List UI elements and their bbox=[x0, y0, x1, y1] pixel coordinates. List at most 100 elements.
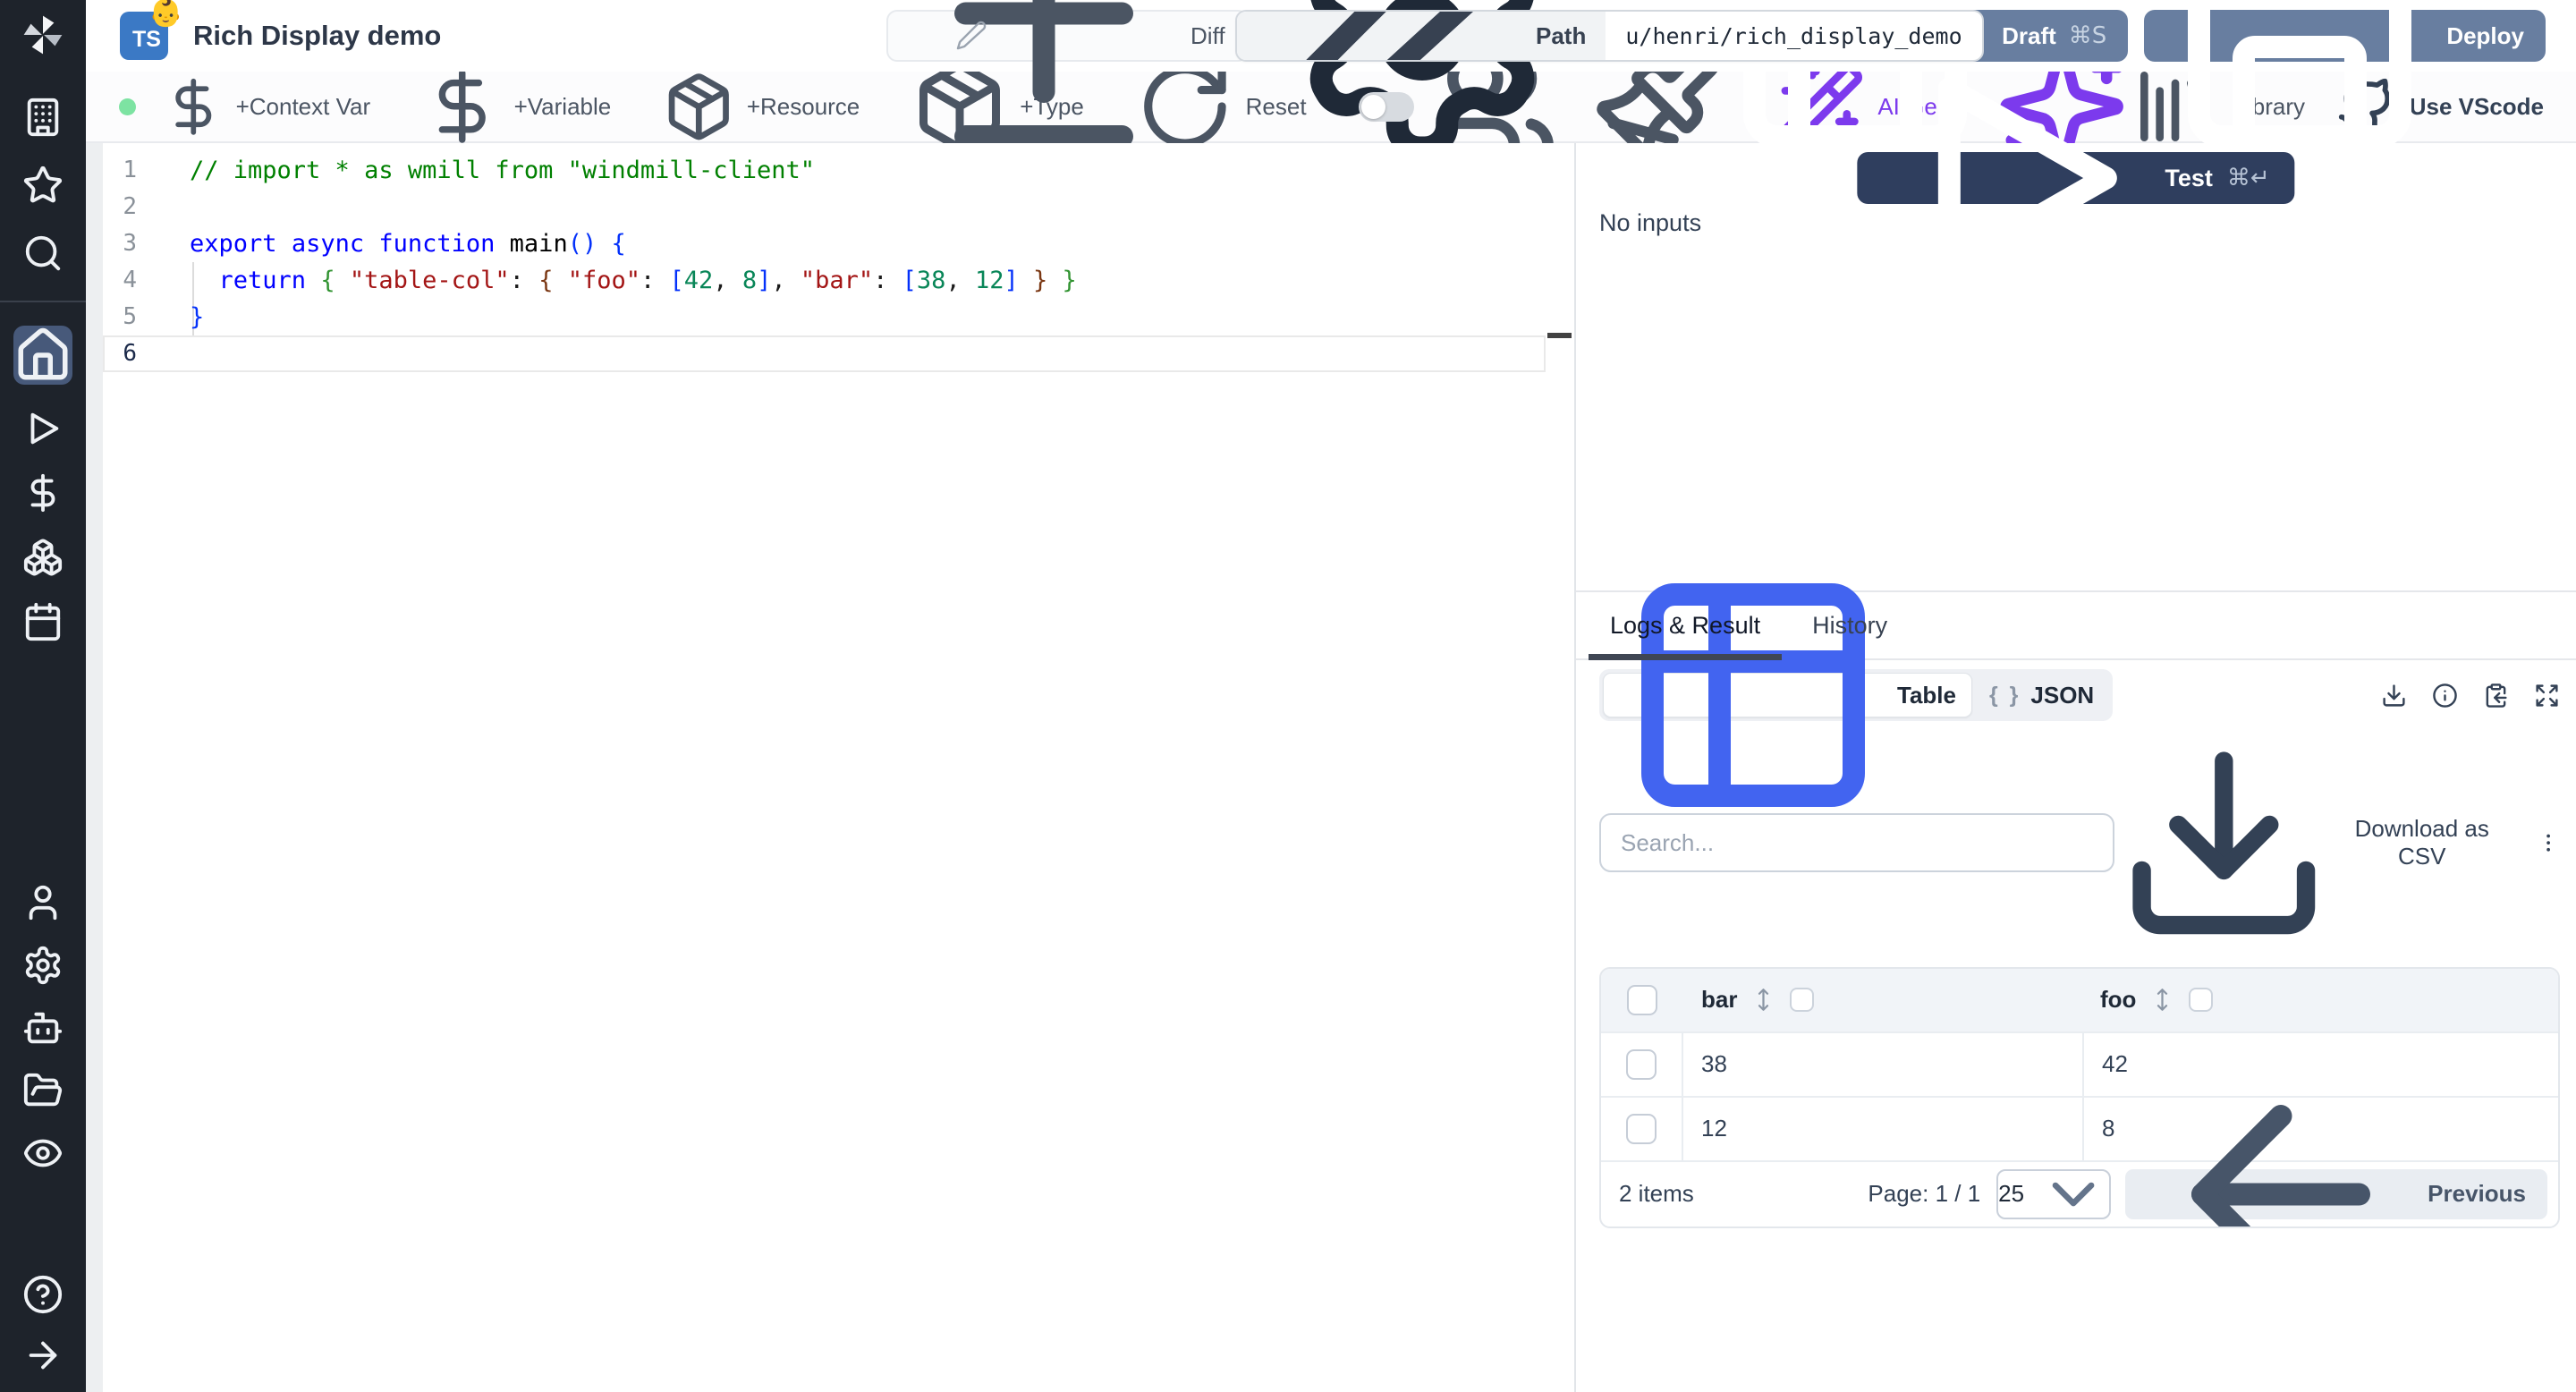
sidebar-item-user[interactable] bbox=[22, 882, 64, 923]
expand-icon bbox=[2534, 683, 2560, 709]
sidebar bbox=[0, 0, 86, 1392]
table-cell: 38 bbox=[1701, 1050, 1727, 1078]
code-line: return { "table-col": { "foo": [42, 8], … bbox=[218, 267, 1077, 294]
sidebar-item-eye[interactable] bbox=[22, 1133, 64, 1174]
path-button[interactable]: Path u/henri/rich_display_demo bbox=[1235, 10, 1984, 62]
page-size-select[interactable]: 25 bbox=[1996, 1168, 2112, 1219]
sort-icon[interactable] bbox=[2150, 988, 2174, 1012]
windmill-app: TS 👶 Rich Display demo Path u/henri/rich… bbox=[0, 0, 2576, 1392]
chevron-down-icon bbox=[2038, 1159, 2109, 1226]
select-all-checkbox[interactable] bbox=[1627, 984, 1657, 1015]
overview-ruler-cursor bbox=[1547, 333, 1572, 338]
main-column: TS 👶 Rich Display demo Path u/henri/rich… bbox=[86, 0, 2576, 1392]
status-dot bbox=[119, 98, 136, 115]
pencil-icon bbox=[955, 20, 987, 52]
eye-icon bbox=[22, 1133, 64, 1174]
download-icon bbox=[2114, 734, 2334, 953]
test-button[interactable]: Test ⌘↵ bbox=[1857, 77, 2295, 279]
sidebar-item-star[interactable] bbox=[22, 165, 64, 206]
column-option-box[interactable] bbox=[1790, 988, 1815, 1013]
sidebar-divider bbox=[0, 301, 86, 302]
code-line: export async function main() { bbox=[190, 230, 626, 258]
run-panel: Test ⌘↵ No inputs Logs & Result History bbox=[1576, 77, 2576, 1392]
view-toggle: Table { } JSON bbox=[1599, 583, 2114, 807]
multiplayer-toggle[interactable] bbox=[1358, 91, 1414, 122]
column-option-box[interactable] bbox=[2189, 988, 2214, 1013]
download-result-button[interactable] bbox=[2380, 682, 2407, 709]
sidebar-top-group bbox=[22, 97, 64, 274]
code-editor[interactable]: 123456 // import * as wmill from "windmi… bbox=[86, 143, 1576, 1392]
items-count: 2 items bbox=[1619, 1180, 1694, 1208]
code-line: // import * as wmill from "windmill-clie… bbox=[190, 157, 815, 184]
help-circle-icon bbox=[22, 1274, 64, 1315]
content: 123456 // import * as wmill from "windmi… bbox=[86, 77, 2576, 1392]
arrow-left-icon bbox=[2147, 1060, 2415, 1226]
arrow-right-icon bbox=[22, 1335, 64, 1376]
table-footer: 2 items Page: 1 / 1 25 Previous bbox=[1601, 1104, 2558, 1226]
folder-open-icon bbox=[22, 1070, 64, 1111]
clipboard-copy-icon bbox=[2483, 683, 2509, 709]
package-icon bbox=[663, 71, 735, 143]
boxes-icon bbox=[22, 537, 64, 578]
tab-logs-result[interactable]: Logs & Result bbox=[1589, 592, 1783, 660]
typescript-badge: TS 👶 bbox=[120, 0, 183, 60]
download-csv-button[interactable]: Download as CSV bbox=[2114, 734, 2499, 953]
sidebar-item-calendar[interactable] bbox=[22, 601, 64, 642]
play-icon bbox=[22, 408, 64, 449]
sidebar-admin-group bbox=[22, 882, 64, 1174]
info-result-button[interactable] bbox=[2431, 682, 2458, 709]
topbar: TS 👶 Rich Display demo Path u/henri/rich… bbox=[86, 0, 2576, 159]
path-label: Path bbox=[1536, 21, 1587, 49]
dollar-sign-icon bbox=[22, 472, 64, 514]
star-icon bbox=[22, 165, 64, 206]
result-tabs: Logs & Result History bbox=[1576, 592, 2576, 660]
search-input[interactable] bbox=[1599, 813, 2115, 873]
bot-icon bbox=[22, 1007, 64, 1048]
column-header-foo: foo bbox=[2100, 986, 2137, 1014]
row-checkbox[interactable] bbox=[1626, 1048, 1657, 1080]
sidebar-item-dollar-sign[interactable] bbox=[22, 472, 64, 514]
deploy-button[interactable]: Deploy bbox=[2144, 0, 2546, 148]
sidebar-item-bot[interactable] bbox=[22, 1007, 64, 1048]
clipboard-copy-result-button[interactable] bbox=[2482, 682, 2509, 709]
sidebar-item-folder-open[interactable] bbox=[22, 1070, 64, 1111]
more-options-button[interactable] bbox=[2537, 828, 2560, 857]
ellipsis-vertical-icon bbox=[2537, 831, 2560, 854]
tab-history[interactable]: History bbox=[1791, 592, 1909, 658]
previous-page-button[interactable]: Previous bbox=[2125, 1104, 2547, 1226]
search-icon bbox=[22, 233, 64, 274]
sidebar-item-building[interactable] bbox=[22, 97, 64, 138]
settings-icon bbox=[22, 945, 64, 986]
sidebar-item-boxes[interactable] bbox=[22, 537, 64, 578]
result-table: bar foo 38 42 12 8 2 items Page: 1 / 1 2… bbox=[1599, 966, 2560, 1228]
dollar-icon bbox=[163, 76, 225, 138]
add-resource-button[interactable]: +Resource bbox=[663, 71, 860, 143]
add-variable-button[interactable]: +Variable bbox=[422, 66, 611, 146]
edit-title-button[interactable] bbox=[955, 20, 987, 52]
line-number: 3 bbox=[123, 230, 137, 257]
calendar-icon bbox=[22, 601, 64, 642]
braces-icon: { } bbox=[1988, 682, 2021, 708]
sidebar-item-home[interactable] bbox=[13, 326, 72, 385]
sidebar-item-help-circle[interactable] bbox=[22, 1274, 64, 1315]
download-icon bbox=[2381, 683, 2407, 709]
result-body: Table { } JSON Search... Download as CSV… bbox=[1576, 583, 2576, 1228]
expand-result-button[interactable] bbox=[2533, 682, 2560, 709]
row-checkbox[interactable] bbox=[1626, 1113, 1657, 1144]
add-context-var-button[interactable]: +Context Var bbox=[163, 76, 370, 138]
page-indicator: Page: 1 / 1 bbox=[1868, 1180, 1981, 1208]
sort-icon[interactable] bbox=[1751, 988, 1775, 1012]
table-view-button[interactable]: Table bbox=[1603, 583, 1972, 807]
line-number: 4 bbox=[123, 267, 137, 293]
diff-button[interactable]: Diff bbox=[886, 0, 1249, 148]
sidebar-main-group bbox=[13, 326, 72, 642]
sidebar-item-search[interactable] bbox=[22, 233, 64, 274]
sidebar-item-arrow-right[interactable] bbox=[22, 1335, 64, 1376]
sidebar-item-settings[interactable] bbox=[22, 945, 64, 986]
sidebar-item-play[interactable] bbox=[22, 408, 64, 449]
inputs-area: Test ⌘↵ No inputs bbox=[1576, 77, 2576, 590]
line-number: 1 bbox=[123, 157, 137, 183]
json-view-button[interactable]: { } JSON bbox=[1974, 673, 2109, 717]
building-icon bbox=[22, 97, 64, 138]
